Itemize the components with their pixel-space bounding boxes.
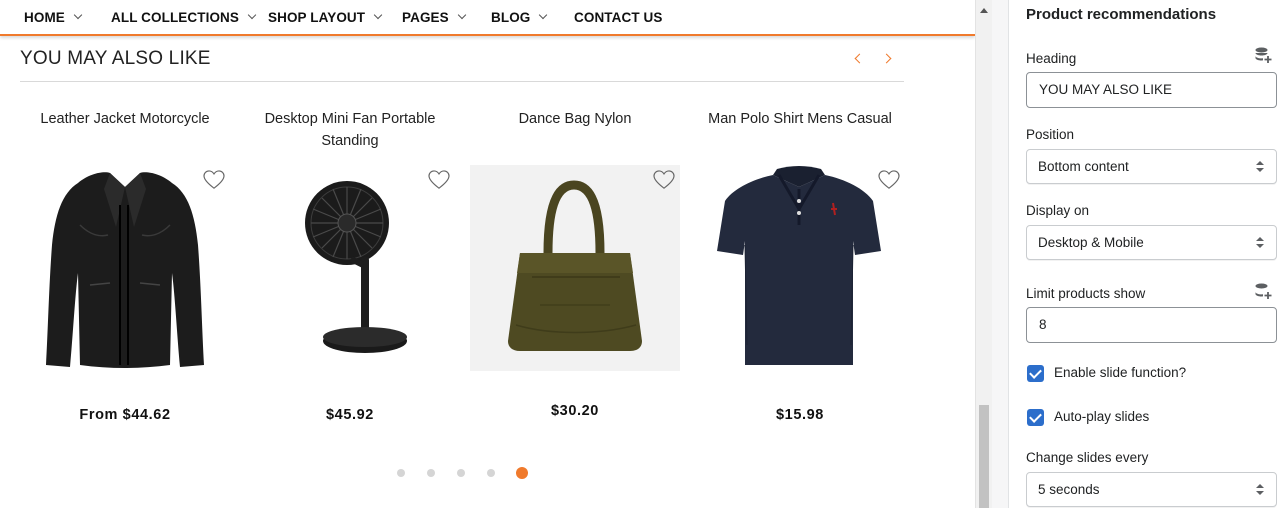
product-price: $15.98 <box>776 407 824 423</box>
product-price: $30.20 <box>551 403 599 419</box>
chevron-right-icon <box>881 53 892 64</box>
chevron-down-icon <box>373 10 383 20</box>
product-name[interactable]: Man Polo Shirt Mens Casual <box>695 108 905 130</box>
chevron-down-icon <box>539 10 548 20</box>
product-card[interactable]: Desktop Mini Fan Portable Standing $45.9… <box>245 100 455 430</box>
position-label: Position <box>1026 127 1075 142</box>
heading-input[interactable]: YOU MAY ALSO LIKE <box>1026 72 1277 108</box>
main-navigation: HOME ALL COLLECTIONS SHOP LAYOUT PAGES B… <box>0 0 975 36</box>
scrollbar-thumb[interactable] <box>979 405 989 508</box>
chevron-down-icon <box>73 10 83 20</box>
change-slides-label: Change slides every <box>1026 450 1149 465</box>
product-name[interactable]: Leather Jacket Motorcycle <box>20 108 230 130</box>
chevron-down-icon <box>457 10 467 20</box>
select-caret-icon <box>1256 484 1264 496</box>
product-card[interactable]: Man Polo Shirt Mens Casual $15.98 <box>695 100 905 430</box>
carousel-dot[interactable] <box>457 469 465 477</box>
carousel-dot[interactable] <box>487 469 495 477</box>
heading-label: Heading <box>1026 51 1077 66</box>
auto-play-checkbox[interactable] <box>1027 409 1044 426</box>
nav-item-blog[interactable]: BLOG <box>491 10 548 25</box>
product-card[interactable]: Leather Jacket Motorcycle From $44.62 <box>20 100 230 430</box>
nav-item-shop-layout[interactable]: SHOP LAYOUT <box>268 10 383 25</box>
product-price: From $44.62 <box>79 407 171 423</box>
change-slides-select[interactable]: 5 seconds <box>1026 472 1277 507</box>
display-on-select-value: Desktop & Mobile <box>1038 235 1144 250</box>
preview-scrollbar[interactable] <box>975 0 992 508</box>
select-caret-icon <box>1256 161 1264 173</box>
change-slides-select-value: 5 seconds <box>1038 482 1100 497</box>
tote-bag-image[interactable] <box>470 165 680 371</box>
dynamic-source-icon[interactable] <box>1254 282 1272 300</box>
chevron-left-icon <box>854 53 865 64</box>
enable-slide-checkbox[interactable] <box>1027 365 1044 382</box>
select-caret-icon <box>1256 237 1264 249</box>
nav-item-contact-us[interactable]: CONTACT US <box>574 10 663 25</box>
store-preview: HOME ALL COLLECTIONS SHOP LAYOUT PAGES B… <box>0 0 975 508</box>
product-name[interactable]: Dance Bag Nylon <box>470 108 680 130</box>
auto-play-label: Auto-play slides <box>1054 409 1150 424</box>
nav-item-pages[interactable]: PAGES <box>402 10 467 25</box>
settings-panel: Product recommendations Heading YOU MAY … <box>1009 0 1284 508</box>
nav-label: PAGES <box>402 10 449 25</box>
position-select[interactable]: Bottom content <box>1026 149 1277 184</box>
carousel-dot[interactable] <box>397 469 405 477</box>
position-select-value: Bottom content <box>1038 159 1129 174</box>
polo-shirt-image[interactable] <box>695 165 905 371</box>
nav-label: HOME <box>24 10 65 25</box>
limit-products-input[interactable]: 8 <box>1026 307 1277 343</box>
nav-label: ALL COLLECTIONS <box>111 10 239 25</box>
scroll-up-arrow-icon[interactable] <box>980 8 988 13</box>
chevron-down-icon <box>247 10 257 20</box>
enable-slide-label: Enable slide function? <box>1054 365 1187 380</box>
panel-gutter <box>992 0 1009 508</box>
dynamic-source-icon[interactable] <box>1254 46 1272 64</box>
carousel-next-button[interactable] <box>881 51 896 67</box>
section-divider <box>20 81 904 82</box>
nav-item-all-collections[interactable]: ALL COLLECTIONS <box>111 10 257 25</box>
product-card[interactable]: Dance Bag Nylon $30.20 <box>470 100 680 430</box>
nav-item-home[interactable]: HOME <box>24 10 83 25</box>
display-on-select[interactable]: Desktop & Mobile <box>1026 225 1277 260</box>
product-price: $45.92 <box>326 407 374 423</box>
product-name[interactable]: Desktop Mini Fan Portable Standing <box>245 108 455 152</box>
desk-fan-image[interactable] <box>245 165 455 371</box>
section-title: YOU MAY ALSO LIKE <box>20 48 211 69</box>
nav-label: CONTACT US <box>574 10 663 25</box>
leather-jacket-image[interactable] <box>20 165 230 371</box>
nav-label: BLOG <box>491 10 531 25</box>
nav-label: SHOP LAYOUT <box>268 10 366 25</box>
carousel-prev-button[interactable] <box>852 51 866 67</box>
heart-icon[interactable] <box>653 170 675 190</box>
carousel-dot[interactable] <box>427 469 435 477</box>
carousel-dot-active[interactable] <box>516 467 528 479</box>
limit-products-label: Limit products show <box>1026 286 1146 301</box>
panel-title: Product recommendations <box>1026 6 1217 23</box>
display-on-label: Display on <box>1026 203 1090 218</box>
